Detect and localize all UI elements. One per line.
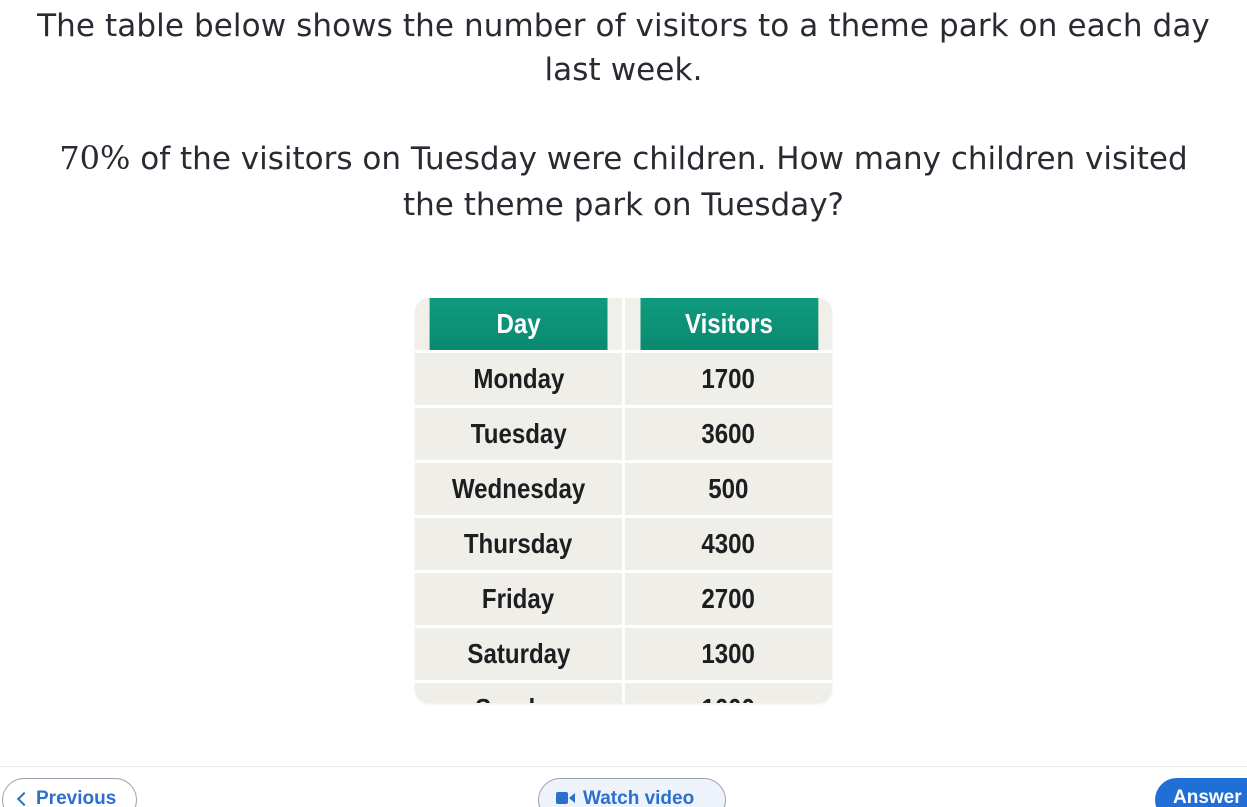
visitors-table: Day Visitors Monday 1700 Tuesday 3600 We… [415,298,832,703]
footer-divider [0,766,1247,767]
video-camera-icon [556,792,575,804]
visitors-cell: 1300 [623,625,832,682]
visitors-value: 1700 [701,363,756,394]
day-cell: Wednesday [415,460,625,517]
visitors-cell: 4300 [623,515,832,572]
previous-button-label: Previous [36,788,117,807]
day-label: Saturday [466,638,571,669]
table-row: Wednesday 500 [415,460,832,517]
column-header-visitors: Visitors [638,298,818,352]
day-cell: Sunday [415,680,625,703]
table-row: Saturday 1300 [415,625,832,682]
table-row: Monday 1700 [415,350,832,407]
day-cell: Monday [415,350,625,407]
answer-button[interactable]: Answer [1155,778,1247,807]
day-label: Sunday [475,693,562,703]
percent-value: 70% [59,139,131,177]
visitors-cell: 1700 [623,350,832,407]
day-label: Thursday [464,528,573,559]
column-header-day: Day [429,298,611,352]
visitors-cell: 1600 [623,680,832,703]
day-label: Monday [473,363,564,394]
watch-video-button[interactable]: Watch video [538,778,726,807]
visitors-value: 500 [708,473,749,504]
visitors-table-card: Day Visitors Monday 1700 Tuesday 3600 We… [415,298,832,703]
visitors-cell: 500 [623,460,832,517]
answer-button-label: Answer [1173,787,1242,807]
visitors-cell: 2700 [623,570,832,627]
visitors-value: 4300 [701,528,756,559]
day-cell: Tuesday [415,405,625,462]
day-label: Friday [482,583,555,614]
table-header-row: Day Visitors [415,298,832,352]
question-intro: The table below shows the number of visi… [37,8,1210,88]
question-prompt: 70% of the visitors on Tuesday were chil… [40,135,1207,228]
chevron-left-icon [16,791,32,807]
table-row: Sunday 1600 [415,680,832,703]
table-row: Tuesday 3600 [415,405,832,462]
day-label: Tuesday [470,418,567,449]
previous-button[interactable]: Previous [2,778,137,807]
day-cell: Thursday [415,515,625,572]
visitors-value: 1600 [702,693,756,703]
table-row: Friday 2700 [415,570,832,627]
watch-video-button-label: Watch video [583,788,695,807]
day-cell: Saturday [415,625,625,682]
question-prompt-text: of the visitors on Tuesday were children… [130,141,1188,223]
table-row: Thursday 4300 [415,515,832,572]
visitors-value: 2700 [701,583,756,614]
visitors-value: 3600 [701,418,756,449]
day-label: Wednesday [451,473,586,504]
visitors-value: 1300 [701,638,756,669]
visitors-cell: 3600 [623,405,832,462]
day-cell: Friday [415,570,625,627]
